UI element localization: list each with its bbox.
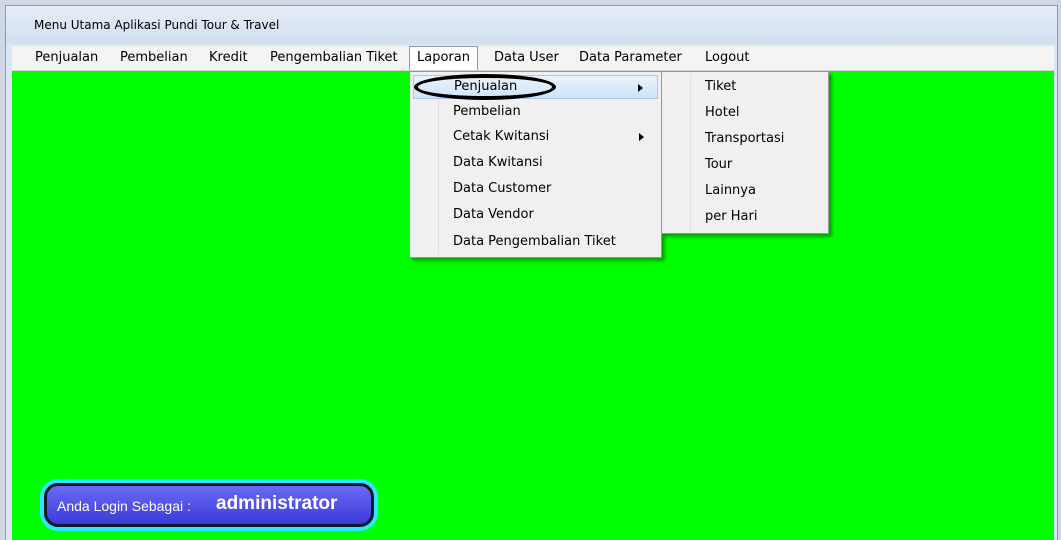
menu-kredit[interactable]: Kredit [202,46,255,70]
login-status-badge: Anda Login Sebagai : administrator [44,483,374,527]
laporan-item-label: Penjualan [454,79,518,94]
penjualan-submenu: Tiket Hotel Transportasi Tour Lainnya pe… [661,71,829,234]
menu-pengembalian-tiket[interactable]: Pengembalian Tiket [263,46,405,70]
menu-penjualan[interactable]: Penjualan [28,46,105,70]
laporan-item-penjualan[interactable]: Penjualan [413,75,658,99]
menu-logout[interactable]: Logout [698,46,757,70]
laporan-item-pembelian[interactable]: Pembelian [413,100,658,124]
submenu-item-hotel[interactable]: Hotel [665,101,825,125]
menu-laporan[interactable]: Laporan [409,46,478,70]
menu-data-user[interactable]: Data User [487,46,566,70]
laporan-item-data-pengembalian-tiket[interactable]: Data Pengembalian Tiket [413,230,658,254]
laporan-item-cetak-kwitansi[interactable]: Cetak Kwitansi [413,125,658,149]
menu-pembelian[interactable]: Pembelian [113,46,195,70]
submenu-item-transportasi[interactable]: Transportasi [665,127,825,151]
laporan-item-label: Cetak Kwitansi [453,129,550,144]
menu-bar: Penjualan Pembelian Kredit Pengembalian … [12,46,1054,71]
laporan-item-data-vendor[interactable]: Data Vendor [413,203,658,227]
laporan-item-data-kwitansi[interactable]: Data Kwitansi [413,151,658,175]
laporan-dropdown: Penjualan Pembelian Cetak Kwitansi Data … [409,71,662,258]
laporan-item-data-customer[interactable]: Data Customer [413,177,658,201]
submenu-item-per-hari[interactable]: per Hari [665,205,825,229]
submenu-item-tour[interactable]: Tour [665,153,825,177]
title-bar: Menu Utama Aplikasi Pundi Tour & Travel [6,6,1057,44]
submenu-arrow-icon [638,84,643,92]
submenu-item-lainnya[interactable]: Lainnya [665,179,825,203]
login-label: Anda Login Sebagai : [57,498,191,514]
login-username: administrator [216,493,338,514]
menu-data-parameter[interactable]: Data Parameter [572,46,689,70]
submenu-arrow-icon [639,133,644,141]
submenu-item-tiket[interactable]: Tiket [665,75,825,99]
window-title: Menu Utama Aplikasi Pundi Tour & Travel [34,18,280,32]
